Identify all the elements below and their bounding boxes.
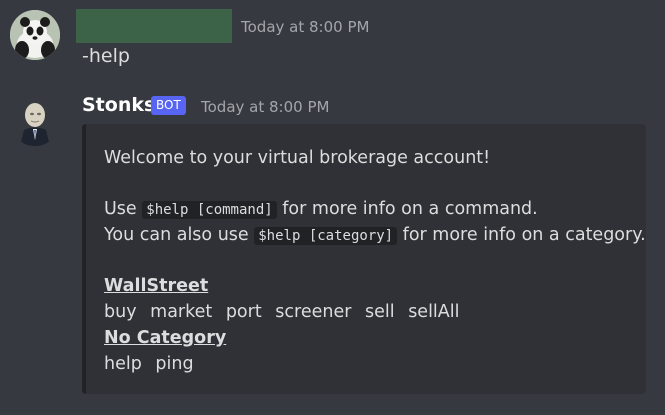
message-timestamp: Today at 8:00 PM	[241, 18, 370, 36]
usage-text: for more info on a category.	[397, 225, 646, 245]
user-avatar[interactable]	[10, 10, 60, 60]
message-timestamp: Today at 8:00 PM	[201, 98, 330, 116]
command-list: help ping	[104, 351, 638, 377]
username-redacted[interactable]	[76, 9, 232, 43]
usage-text: Use	[104, 199, 143, 219]
chat-view: Today at 8:00 PM -help Stonks BOT Today …	[0, 0, 665, 415]
command-item: sell	[365, 302, 395, 322]
command-item: sellAll	[408, 302, 460, 322]
command-list: buy market port screener sell sellAll	[104, 299, 638, 325]
help-embed: Welcome to your virtual brokerage accoun…	[82, 124, 646, 394]
usage-text: for more info on a command.	[276, 199, 538, 219]
meme-man-icon	[10, 96, 60, 146]
embed-body: Welcome to your virtual brokerage accoun…	[104, 145, 646, 377]
inline-code: $help [command]	[142, 201, 277, 219]
inline-code: $help [category]	[254, 227, 398, 245]
command-item: buy	[104, 302, 137, 322]
embed-usage-line: You can also use $help [category] for mo…	[104, 222, 646, 248]
message-content: -help	[82, 45, 130, 67]
command-item: market	[150, 302, 213, 322]
command-item: port	[225, 302, 262, 322]
bot-username[interactable]: Stonks	[82, 94, 155, 116]
category-title: No Category	[104, 328, 227, 348]
embed-usage-line: Use $help [command] for more info on a c…	[104, 196, 638, 222]
usage-text: You can also use	[104, 225, 255, 245]
panda-icon	[10, 10, 60, 60]
command-item: ping	[155, 354, 194, 374]
bot-avatar[interactable]	[10, 96, 60, 146]
bot-badge: BOT	[151, 96, 186, 115]
command-item: help	[104, 354, 142, 374]
command-item: screener	[275, 302, 352, 322]
category-title: WallStreet	[104, 276, 209, 296]
embed-welcome-text: Welcome to your virtual brokerage accoun…	[104, 148, 491, 168]
